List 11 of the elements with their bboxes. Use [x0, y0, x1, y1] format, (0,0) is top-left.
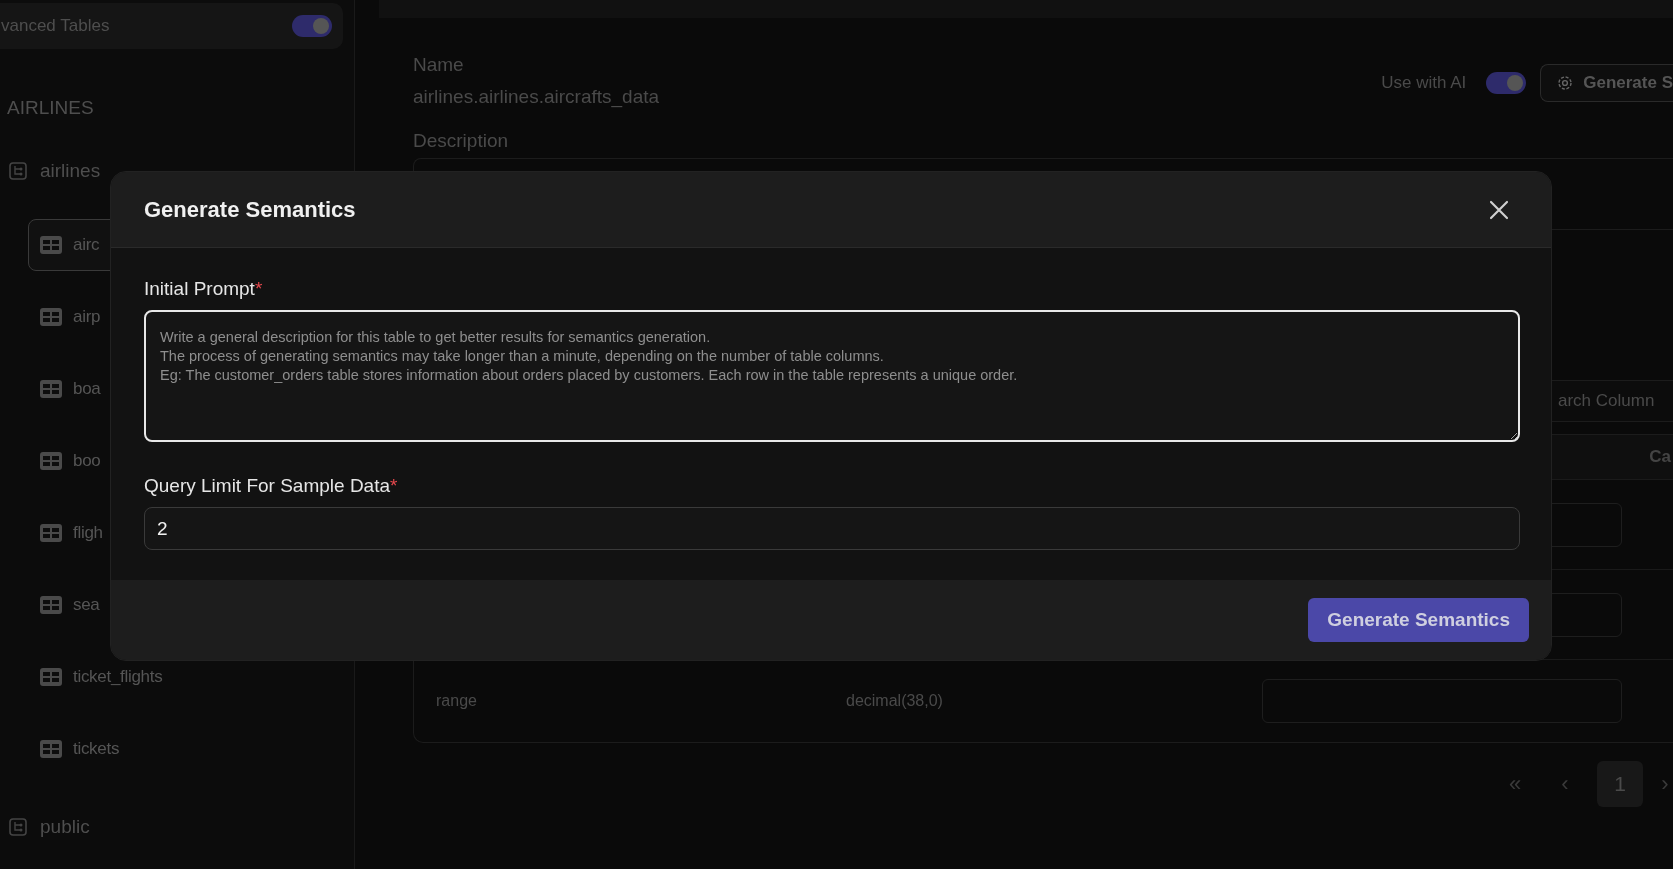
field-label: Initial Prompt*: [144, 278, 264, 300]
dialog-title: Generate Semantics: [144, 196, 356, 223]
description-label: Description: [413, 130, 510, 152]
name-label: Name: [413, 54, 465, 76]
table-cell: range: [436, 692, 477, 709]
table-cell: decimal(38,0): [846, 692, 943, 709]
table-name: airlines.airlines.aircrafts_data: [413, 86, 660, 108]
use-with-ai-label: Use with AI: [1381, 73, 1467, 93]
section-heading: AIRLINES: [7, 97, 95, 119]
toggle-label: vanced Tables: [1, 16, 110, 36]
field-label: Query Limit For Sample Data*: [144, 475, 399, 497]
